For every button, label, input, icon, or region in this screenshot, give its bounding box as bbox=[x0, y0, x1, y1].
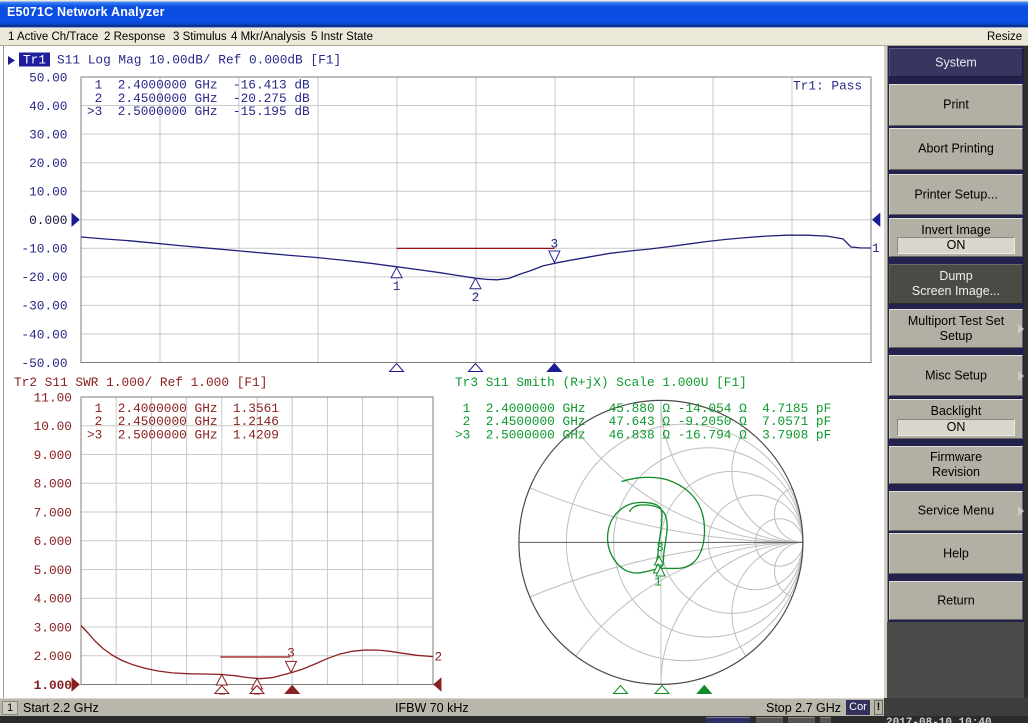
svg-text:50.00: 50.00 bbox=[29, 70, 67, 85]
svg-text:3.000: 3.000 bbox=[34, 620, 72, 635]
svg-text:0.000: 0.000 bbox=[29, 213, 67, 228]
svg-text:7.000: 7.000 bbox=[34, 505, 72, 520]
svg-text:10.00: 10.00 bbox=[34, 419, 72, 434]
svg-text:1: 1 bbox=[872, 241, 880, 256]
svg-text:1: 1 bbox=[393, 279, 401, 294]
svg-text:2: 2 bbox=[472, 290, 480, 305]
svg-text:9.000: 9.000 bbox=[34, 448, 72, 463]
svg-text:4.000: 4.000 bbox=[34, 592, 72, 607]
svg-text:-40.00: -40.00 bbox=[21, 327, 67, 342]
svg-text:Tr3 S11 Smith (R+jX) Scale 1.0: Tr3 S11 Smith (R+jX) Scale 1.000U [F1] bbox=[455, 375, 747, 390]
svg-text:3: 3 bbox=[551, 237, 559, 252]
svg-text:-10.00: -10.00 bbox=[21, 242, 67, 257]
svg-text:2.000: 2.000 bbox=[34, 649, 72, 664]
svg-text:8.000: 8.000 bbox=[34, 477, 72, 492]
svg-text:Tr2 S11 SWR 1.000/ Ref 1.000 [: Tr2 S11 SWR 1.000/ Ref 1.000 [F1] bbox=[14, 375, 267, 390]
svg-text:10.00: 10.00 bbox=[29, 185, 67, 200]
svg-text:11.00: 11.00 bbox=[34, 390, 72, 405]
svg-text:>3 2.5000000 GHz 46.838 Ω -: >3 2.5000000 GHz 46.838 Ω -16.794 Ω 3.79… bbox=[455, 428, 831, 443]
svg-text:30.00: 30.00 bbox=[29, 127, 67, 142]
svg-text:1.000: 1.000 bbox=[34, 678, 72, 693]
svg-text:-20.00: -20.00 bbox=[21, 270, 67, 285]
svg-text:3: 3 bbox=[656, 540, 664, 555]
svg-text:S11 Log Mag 10.00dB/ Ref 0.000: S11 Log Mag 10.00dB/ Ref 0.000dB [F1] bbox=[57, 53, 341, 68]
svg-text:>3 2.5000000 GHz -15.195 dB: >3 2.5000000 GHz -15.195 dB bbox=[87, 104, 310, 119]
svg-text:-50.00: -50.00 bbox=[21, 356, 67, 371]
svg-text:3: 3 bbox=[287, 646, 295, 661]
svg-text:1: 1 bbox=[654, 575, 662, 590]
svg-text:40.00: 40.00 bbox=[29, 99, 67, 114]
svg-text:2: 2 bbox=[435, 650, 443, 665]
svg-text:Tr1: Tr1 bbox=[23, 53, 46, 68]
svg-text:-30.00: -30.00 bbox=[21, 299, 67, 314]
svg-text:20.00: 20.00 bbox=[29, 156, 67, 171]
svg-text:5.000: 5.000 bbox=[34, 563, 72, 578]
svg-text:Tr1: Pass: Tr1: Pass bbox=[793, 79, 862, 94]
svg-text:>3 2.5000000 GHz 1.4209: >3 2.5000000 GHz 1.4209 bbox=[87, 428, 279, 443]
svg-text:6.000: 6.000 bbox=[34, 534, 72, 549]
